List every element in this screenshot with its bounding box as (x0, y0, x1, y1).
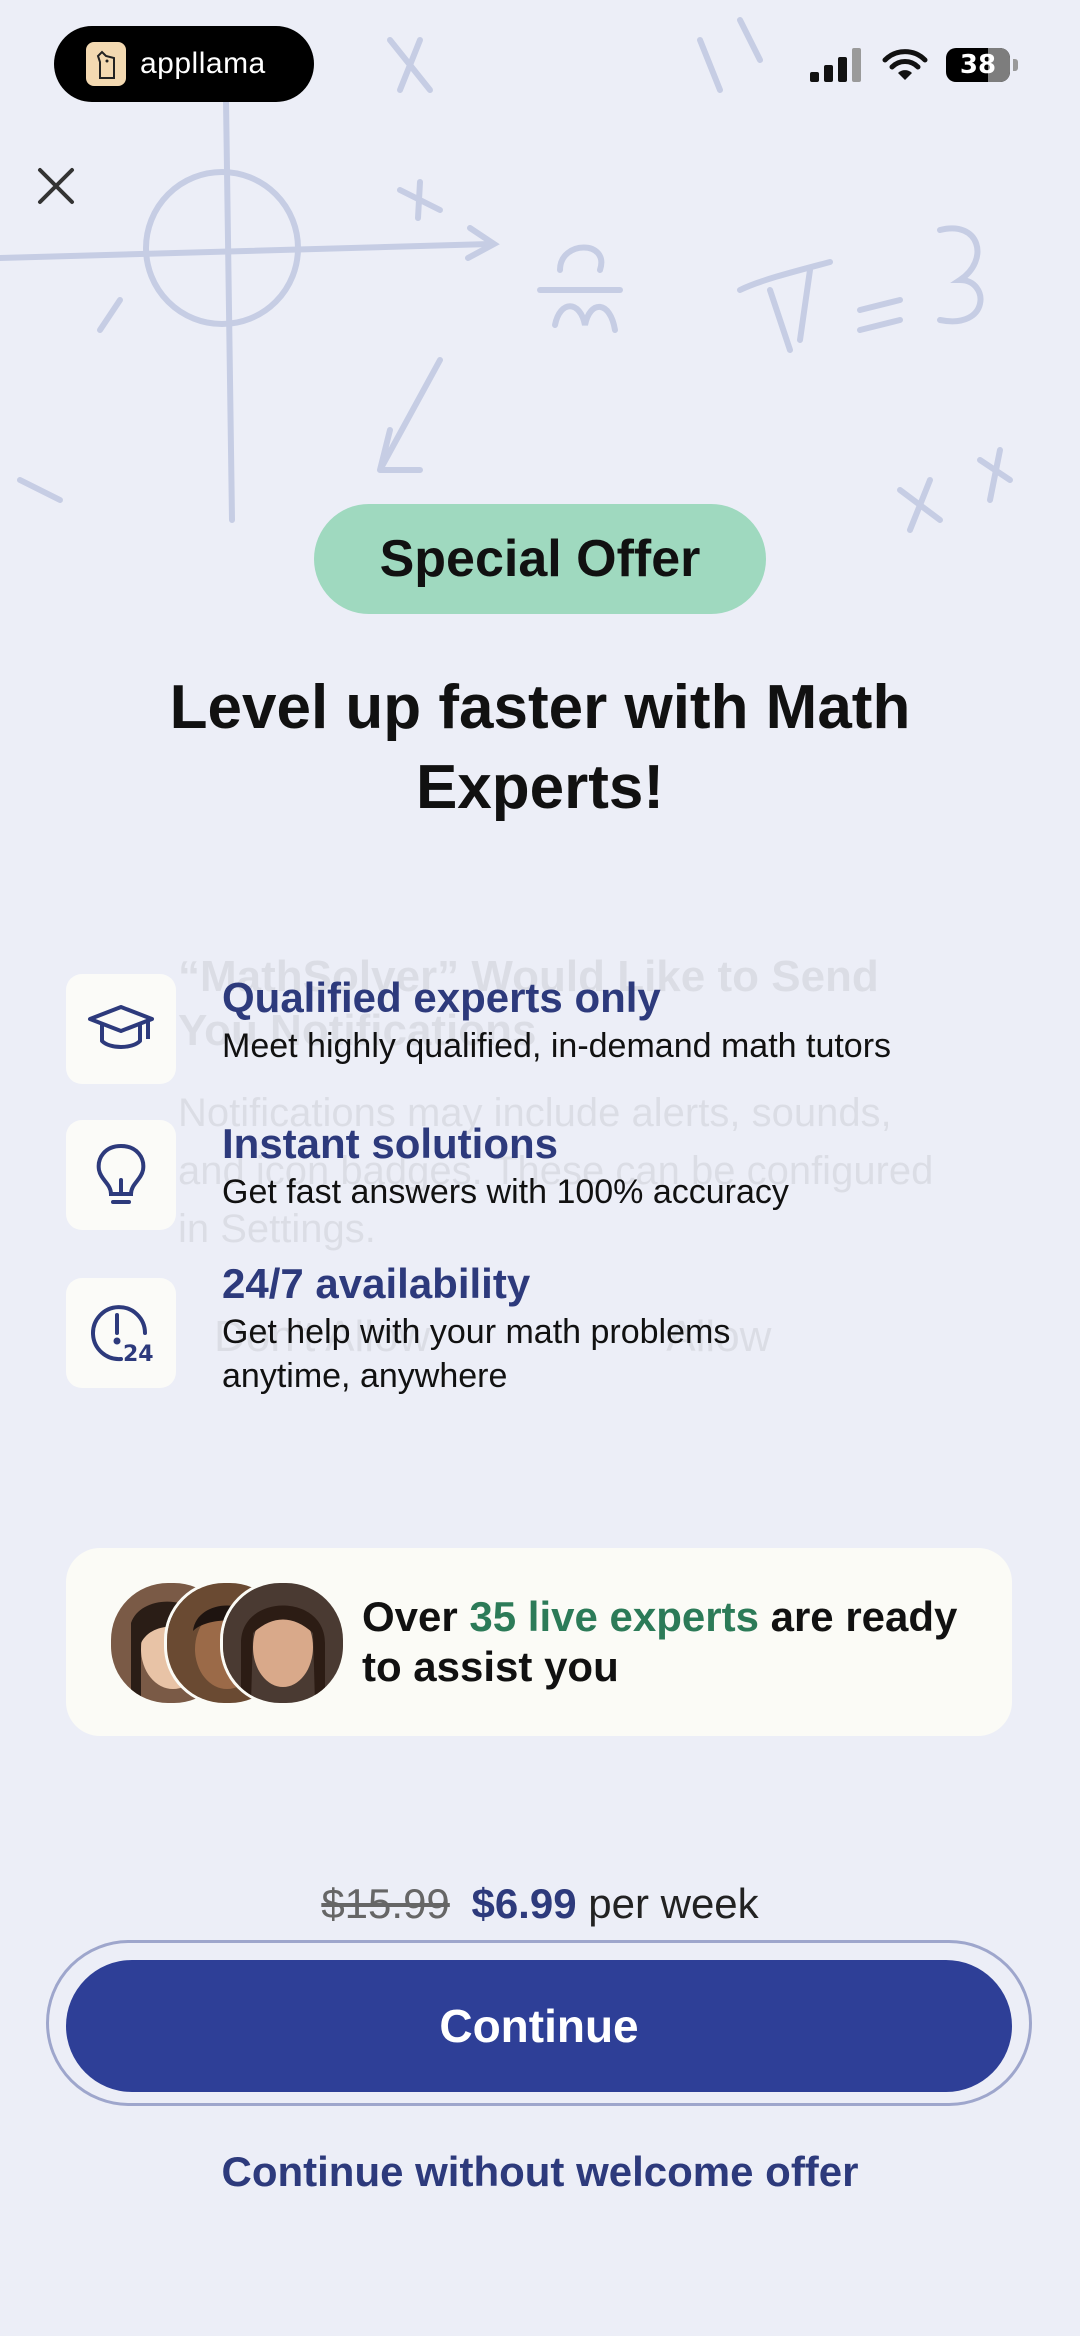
price-period: per week (588, 1880, 759, 1927)
graduation-cap-icon (66, 974, 176, 1084)
experts-prefix: Over (362, 1593, 470, 1640)
recording-indicator-pill: appllama (54, 26, 314, 102)
continue-button[interactable]: Continue (66, 1960, 1012, 2092)
feature-description: Get help with your math problems anytime… (222, 1313, 731, 1395)
close-icon[interactable] (34, 164, 78, 208)
price-line: $15.99 $6.99 per week (0, 1880, 1080, 1928)
llama-logo-icon (86, 42, 126, 86)
app-name: appllama (140, 47, 266, 80)
special-offer-badge: Special Offer (314, 504, 766, 614)
feature-title: Instant solutions (222, 1120, 558, 1167)
feature-title: Qualified experts only (222, 974, 661, 1021)
battery-level: 38 (959, 50, 997, 80)
new-price: $6.99 (471, 1880, 577, 1927)
wifi-icon (882, 49, 928, 80)
lightbulb-icon (66, 1120, 176, 1230)
experts-message: Over 35 live experts are ready to assist… (362, 1592, 982, 1692)
svg-text:24: 24 (123, 1342, 154, 1367)
experts-count: 35 live experts (469, 1593, 759, 1640)
battery-icon: 38 (946, 48, 1018, 82)
expert-avatar (220, 1580, 346, 1706)
feature-description: Meet highly qualified, in-demand math tu… (222, 1027, 892, 1065)
feature-title: 24/7 availability (222, 1260, 531, 1307)
old-price: $15.99 (321, 1880, 450, 1927)
cellular-signal-icon (810, 48, 861, 82)
clock-24-icon: 24 (66, 1278, 176, 1388)
system-status-icons: 38 (810, 48, 1018, 82)
feature-description: Get fast answers with 100% accuracy (222, 1173, 789, 1211)
live-experts-card: Over 35 live experts are ready to assist… (66, 1548, 1012, 1736)
continue-without-offer-link[interactable]: Continue without welcome offer (0, 2148, 1080, 2196)
page-title: Level up faster with Math Experts! (169, 673, 911, 822)
